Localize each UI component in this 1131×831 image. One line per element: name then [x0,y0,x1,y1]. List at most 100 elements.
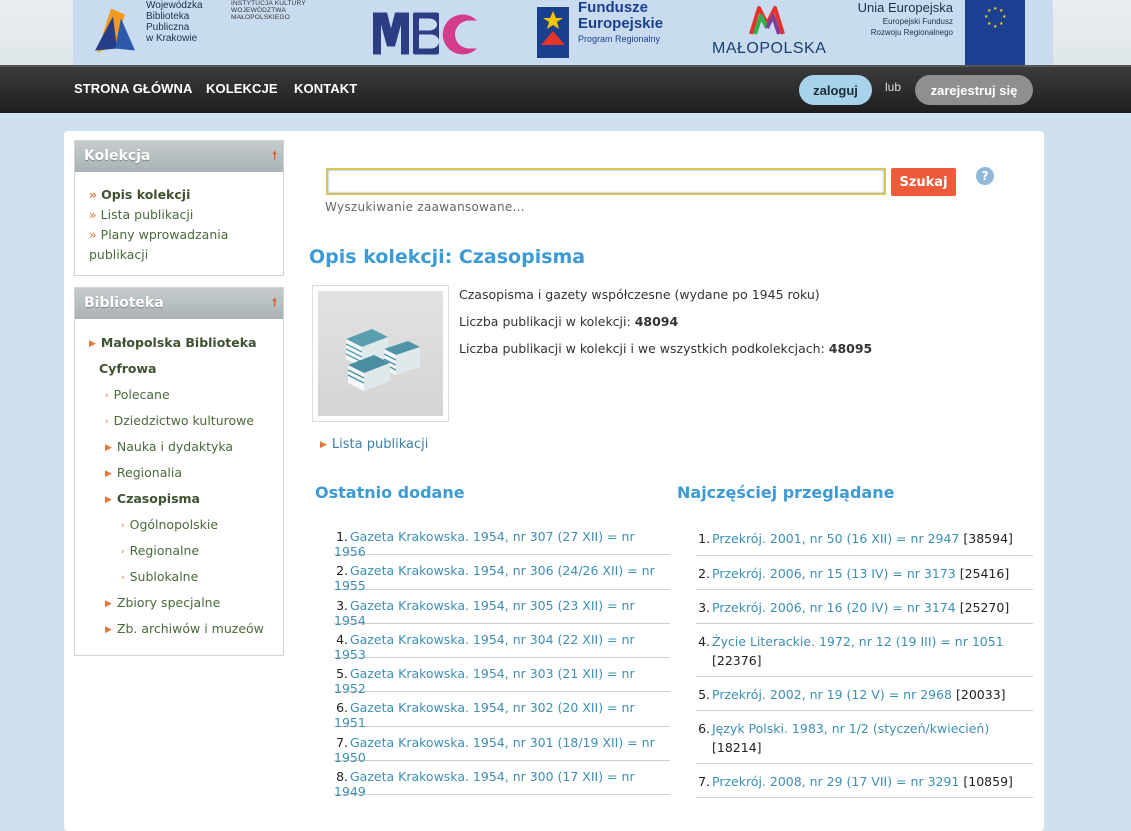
tree-item-polecane[interactable]: › Polecane [105,387,170,402]
list-item: 6. Język Polski. 1983, nr 1/2 (styczeń/kw… [696,711,1033,764]
svg-text:★: ★ [987,21,992,27]
view-count: [22376] [712,653,762,668]
list-item: 7. Przekrój. 2008, nr 29 (17 VII) = nr 32… [696,764,1033,798]
malopolska-logo: MAŁOPOLSKA [709,0,829,65]
list-item: 2. Gazeta Krakowska. 1954, nr 306 (24/26 … [334,555,670,593]
publication-link[interactable]: Przekrój. 2002, nr 19 (12 V) = nr 2968 [712,687,952,702]
publication-link[interactable]: Przekrój. 2006, nr 16 (20 IV) = nr 3174 [712,600,956,615]
sidebar-item-plans[interactable]: » Plany wprowadzania publikacji [89,225,269,265]
publication-link[interactable]: Przekrój. 2008, nr 29 (17 VII) = nr 3291 [712,774,959,789]
publication-link[interactable]: Przekrój. 2001, nr 50 (16 XII) = nr 2947 [712,531,959,546]
item-number: 8. [336,769,348,785]
eu-funds-icon [537,7,569,58]
publication-count-all: Liczba publikacji w kolekcji i we wszyst… [459,341,873,356]
tree-item-science[interactable]: ▶ Nauka i dydaktyka [105,439,233,454]
item-number: 7. [336,734,348,750]
arrow-right-icon: ▶ [320,440,327,450]
eu-funds-text: Fundusze Europejskie Program Regionalny [578,0,664,44]
recent-heading: Ostatnio dodane [315,483,465,502]
tree-item-regional[interactable]: › Regionalne [121,543,199,558]
item-number: 2. [336,563,348,579]
publication-count: Liczba publikacji w kolekcji: 48094 [459,314,679,329]
list-item: 4. Życie Literackie. 1972, nr 12 (19 III)… [696,624,1033,677]
view-count: [25416] [959,566,1010,581]
collection-box-header[interactable]: Kolekcja 🠕 [75,141,283,172]
item-number: 2. [698,566,710,581]
view-count: [25270] [959,600,1010,615]
search-button[interactable]: Szukaj [891,168,956,196]
item-number: 1. [336,529,348,544]
item-number: 3. [336,597,348,613]
list-item: 5. Przekrój. 2002, nr 19 (12 V) = nr 2968… [696,677,1033,711]
item-number: 4. [336,631,348,647]
tree-item-sublocal[interactable]: › Sublokalne [121,569,198,584]
publication-link[interactable]: Gazeta Krakowska. 1954, nr 300 (17 XII) … [334,769,635,799]
collection-box: Kolekcja 🠕 » Opis kolekcji » Lista publika… [74,140,284,276]
nav-contact[interactable]: KONTAKT [294,81,357,96]
list-item: 3. Gazeta Krakowska. 1954, nr 305 (23 XII… [334,590,670,628]
svg-text:★: ★ [1002,14,1007,20]
item-number: 6. [698,721,710,736]
or-label: lub [885,80,902,94]
collapse-arrow-icon[interactable]: 🠕 [272,294,277,313]
nav-collections[interactable]: KOLEKCJE [206,81,278,96]
list-item: 7. Gazeta Krakowska. 1954, nr 301 (18/19 … [334,727,670,765]
list-item: 2. Przekrój. 2006, nr 15 (13 IV) = nr 317… [696,556,1033,590]
popular-heading: Najczęściej przeglądane [677,483,895,502]
svg-text:★: ★ [993,6,998,12]
svg-text:★: ★ [993,24,998,30]
publication-link[interactable]: Język Polski. 1983, nr 1/2 (styczeń/kwie… [712,721,989,736]
tree-item-root[interactable]: ▶ Małopolska Biblioteka [89,335,257,350]
mbc-logo-icon [373,12,477,55]
item-number: 1. [698,531,710,546]
header-banner: Wojewódzka Biblioteka Publiczna w Krakow… [0,0,1131,65]
item-number: 4. [698,634,710,649]
tree-item-heritage[interactable]: › Dziedzictwo kulturowe [105,413,254,428]
description-text: Czasopisma i gazety współczesne (wydane … [459,287,820,302]
collection-menu: » Opis kolekcji » Lista publikacji » Plany … [75,172,283,265]
tree-item-root-cont[interactable]: Cyfrowa [99,361,157,376]
item-number: 5. [336,666,348,682]
library-box-header[interactable]: Biblioteka 🠕 [75,288,283,319]
list-item: 5. Gazeta Krakowska. 1954, nr 303 (21 XII… [334,658,670,696]
tree-item-national[interactable]: › Ogólnopolskie [121,517,218,532]
tree-item-regionalia[interactable]: ▶ Regionalia [105,465,182,480]
tree-item-archives[interactable]: ▶ Zb. archiwów i muzeów [105,621,264,636]
publication-link[interactable]: Życie Literackie. 1972, nr 12 (19 III) =… [712,634,1004,649]
malopolska-icon [749,6,785,35]
item-number: 7. [698,774,710,789]
main-nav: STRONA GŁÓWNA KOLEKCJE KONTAKT zaloguj l… [0,65,1131,113]
sidebar-item-publication-list[interactable]: » Lista publikacji [89,205,269,225]
wbp-logo-text: Wojewódzka Biblioteka Publiczna w Krakow… [146,0,203,44]
publication-link[interactable]: Przekrój. 2006, nr 15 (13 IV) = nr 3173 [712,566,956,581]
sponsor-logos: Wojewódzka Biblioteka Publiczna w Krakow… [73,0,1053,65]
eu-flag-icon: ★ ★ ★ ★ ★ ★ ★ ★ [965,0,1025,65]
content-panel: Kolekcja 🠕 » Opis kolekcji » Lista publika… [64,131,1044,831]
publication-list-link[interactable]: ▶ Lista publikacji [320,437,428,452]
svg-text:★: ★ [999,21,1004,27]
collection-description: Czasopisma i gazety współczesne (wydane … [459,287,872,368]
view-count: [38594] [963,531,1013,546]
svg-text:★: ★ [984,14,989,20]
view-count: [18214] [712,740,762,755]
view-count: [10859] [963,774,1013,789]
tree-item-special[interactable]: ▶ Zbiory specjalne [105,595,220,610]
list-item: 6. Gazeta Krakowska. 1954, nr 302 (20 XII… [334,692,670,730]
list-item: 4. Gazeta Krakowska. 1954, nr 304 (22 XII… [334,624,670,662]
nav-home[interactable]: STRONA GŁÓWNA [74,81,193,96]
institution-text: INSTYTUCJA KULTURY WOJEWÓDZTWA MAŁOPOLSK… [231,0,306,21]
register-button[interactable]: zarejestruj się [915,75,1033,105]
sidebar-item-collection-description[interactable]: » Opis kolekcji [89,185,269,205]
view-count: [20033] [956,687,1006,702]
item-number: 3. [698,600,710,615]
login-button[interactable]: zaloguj [799,75,872,105]
collapse-arrow-icon[interactable]: 🠕 [272,147,277,166]
tree-item-periodicals[interactable]: ▶ Czasopisma [105,491,200,506]
search-input[interactable] [326,168,886,195]
collection-thumbnail [312,285,449,422]
popular-list: 1. Przekrój. 2001, nr 50 (16 XII) = nr 29… [696,521,1033,798]
eu-text: Unia Europejska Europejski Fundusz Rozwo… [857,0,953,37]
advanced-search-link[interactable]: Wyszukiwanie zaawansowane... [325,200,525,214]
item-number: 5. [698,687,710,702]
help-icon[interactable]: ? [976,167,994,185]
